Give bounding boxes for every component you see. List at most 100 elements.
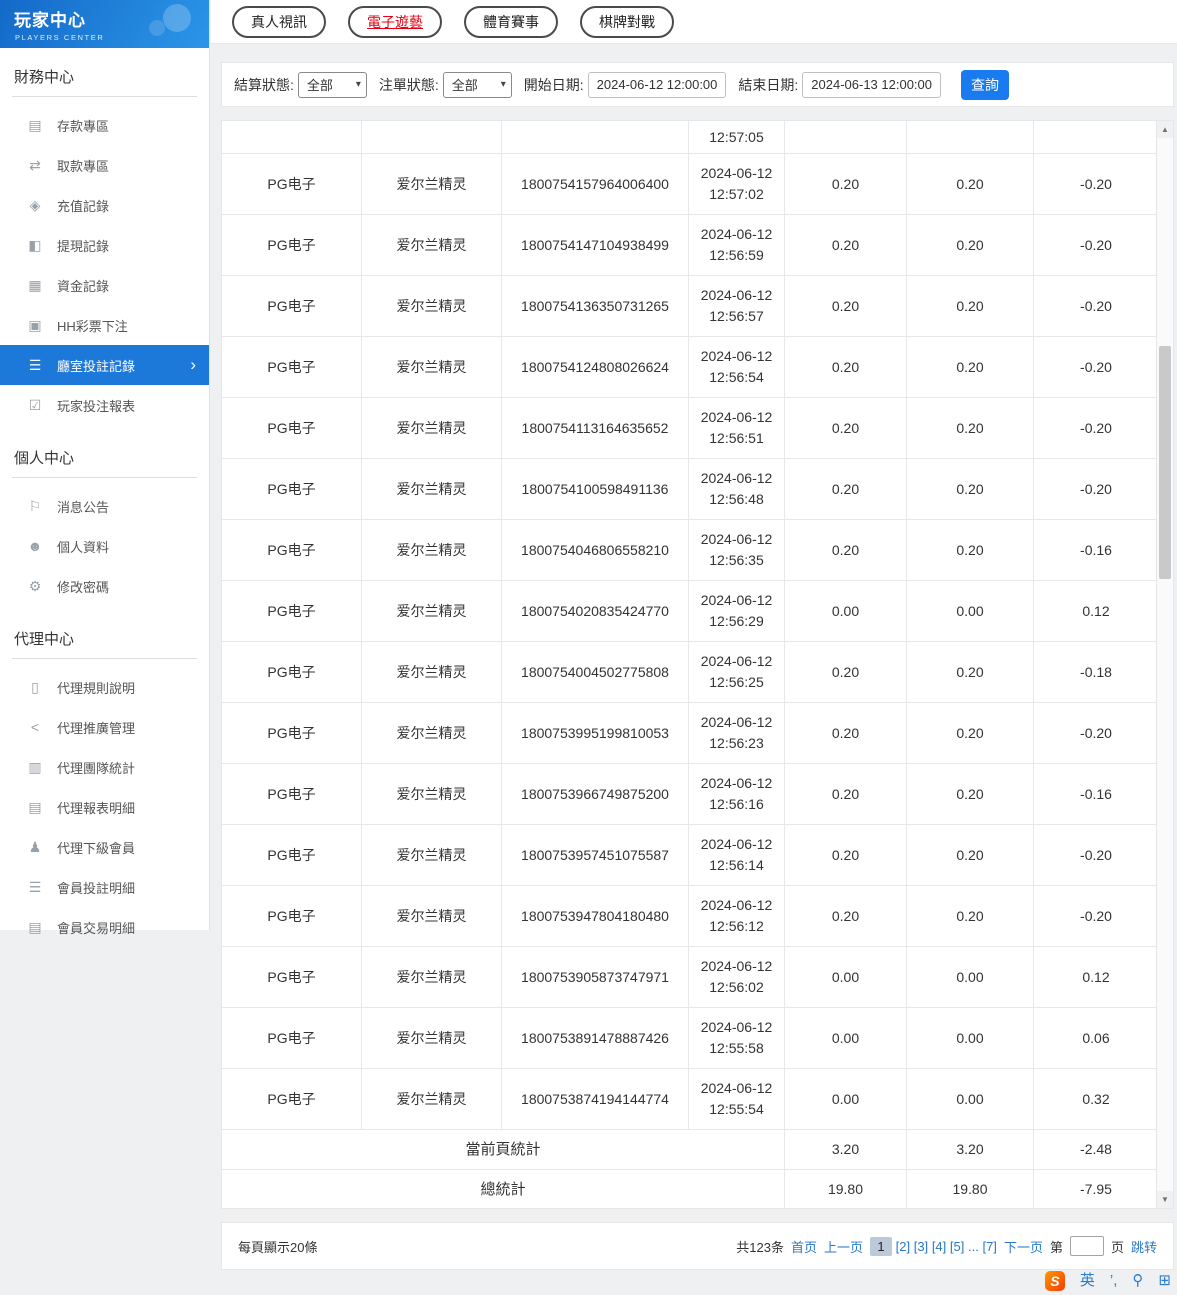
sidebar-item-agent-sub-members[interactable]: ♟ 代理下級會員: [0, 827, 209, 867]
sidebar-item-profile[interactable]: ☻ 個人資料: [0, 526, 209, 566]
decor-circle-icon: [149, 20, 165, 36]
sidebar-item-recharge-record[interactable]: ◈ 充值記錄: [0, 185, 209, 225]
announcement-bell-icon: ⚐: [28, 497, 42, 514]
user-profile-icon: ☻: [27, 538, 43, 554]
gear-icon: ⚙: [28, 577, 42, 594]
page-link[interactable]: [4]: [932, 1239, 946, 1254]
date-line: 2024-06-12: [700, 897, 773, 913]
sidebar-item-change-password[interactable]: ⚙ 修改密碼: [0, 566, 209, 606]
date-line: 2024-06-12: [700, 714, 773, 730]
cell-platform: PG电子: [222, 520, 362, 581]
cell-profit: -0.20: [1034, 703, 1158, 764]
soft-keyboard-icon[interactable]: ⊞: [1158, 1271, 1171, 1291]
punctuation-icon[interactable]: ’,: [1110, 1271, 1118, 1291]
cell-game: 爱尔兰精灵: [362, 1008, 502, 1069]
jump-page-input[interactable]: [1069, 1236, 1104, 1256]
cell-game: 爱尔兰精灵: [362, 1069, 502, 1130]
cell-profit: -0.18: [1034, 642, 1158, 703]
sidebar-header: 玩家中心 PLAYERS CENTER: [0, 0, 209, 48]
cell-bet-amount: 0.20: [785, 886, 907, 947]
end-date-input[interactable]: 2024-06-13 12:00:00: [802, 71, 941, 98]
page-link[interactable]: [5]: [950, 1239, 964, 1254]
table-row: PG电子 爱尔兰精灵 1800753995199810053 2024-06-12 12…: [222, 703, 1158, 764]
jump-button[interactable]: 跳转: [1131, 1237, 1157, 1256]
time-line: 12:56:14: [709, 857, 764, 873]
sidebar-item-label: 代理團隊統計: [57, 760, 136, 776]
records-table: 12:57:05 PG电子 爱尔兰精灵 1800754157964006400 202…: [222, 121, 1158, 1208]
sidebar-item-withdraw[interactable]: ⇄ 取款專區: [0, 145, 209, 185]
chevron-right-icon: ›: [190, 355, 196, 374]
tab-electronic-games[interactable]: 電子遊藝: [348, 5, 442, 38]
prev-page-link[interactable]: 上一页: [824, 1237, 863, 1256]
cell-bet-amount: 0.20: [785, 642, 907, 703]
next-page-link[interactable]: 下一页: [1004, 1237, 1043, 1256]
voice-input-icon[interactable]: ⚲: [1132, 1271, 1143, 1291]
sidebar-item-player-bet-report[interactable]: ☑ 玩家投注報表: [0, 385, 209, 425]
start-date-label: 開始日期:: [523, 76, 584, 93]
cell-bet-amount: 0.20: [785, 764, 907, 825]
cell-game: 爱尔兰精灵: [362, 276, 502, 337]
cell-platform: PG电子: [222, 215, 362, 276]
first-page-link[interactable]: 首页: [791, 1237, 817, 1256]
cell-valid-bet: 0.20: [907, 276, 1034, 337]
cell-datetime: 12:57:05: [689, 121, 785, 154]
cell-valid-bet: 0.20: [907, 154, 1034, 215]
page-link[interactable]: [7]: [982, 1239, 996, 1254]
sidebar-item-cashout-record[interactable]: ◧ 提現記錄: [0, 225, 209, 265]
sidebar-item-member-trade-detail[interactable]: ▤ 會員交易明細: [0, 907, 209, 947]
sidebar-section-list: ⚐ 消息公告 ☻ 個人資料 ⚙ 修改密碼: [0, 478, 209, 610]
sidebar-item-agent-promotion[interactable]: < 代理推廣管理: [0, 707, 209, 747]
scrollbar-thumb[interactable]: [1159, 346, 1171, 579]
sidebar-item-announcements[interactable]: ⚐ 消息公告: [0, 486, 209, 526]
filter-bar: 結算狀態: 全部 ▾ 注單狀態: 全部 ▾ 開始日期: 2024-06-12 1…: [221, 62, 1174, 107]
settle-status-select[interactable]: 全部 ▾: [297, 71, 367, 98]
sidebar-item-deposit[interactable]: ▤ 存款專區: [0, 105, 209, 145]
ledger-icon: ▤: [28, 918, 42, 935]
order-status-select[interactable]: 全部 ▾: [442, 71, 512, 98]
sidebar-item-hh-lottery-bet[interactable]: ▣ HH彩票下注: [0, 305, 209, 345]
time-line: 12:55:54: [709, 1101, 764, 1117]
tab-board-games[interactable]: 棋牌對戰: [580, 5, 674, 38]
sidebar-item-label: 取款專區: [57, 158, 110, 174]
date-line: 2024-06-12: [700, 958, 773, 974]
date-line: 2024-06-12: [700, 409, 773, 425]
summary-row: 總統計 19.80 19.80 -7.95: [222, 1170, 1158, 1208]
tab-live-casino[interactable]: 真人視訊: [232, 5, 326, 38]
sidebar-item-agent-report-detail[interactable]: ▤ 代理報表明細: [0, 787, 209, 827]
scrollbar-up-arrow-icon[interactable]: ▲: [1157, 121, 1173, 138]
sidebar-item-agent-team-stats[interactable]: ▥ 代理團隊統計: [0, 747, 209, 787]
chevron-down-icon: ▾: [355, 79, 361, 90]
page-link[interactable]: [2]: [896, 1239, 910, 1254]
page-link[interactable]: [3]: [914, 1239, 928, 1254]
cell-profit: -0.20: [1034, 215, 1158, 276]
sogou-logo-icon[interactable]: S: [1044, 1271, 1065, 1291]
cell-order: 1800753957451075587: [502, 825, 689, 886]
sidebar-item-funds-record[interactable]: ▦ 資金記錄: [0, 265, 209, 305]
sidebar-item-label: HH彩票下注: [57, 318, 128, 334]
sidebar-item-member-bet-detail[interactable]: ☰ 會員投註明細: [0, 867, 209, 907]
input-language-icon[interactable]: 英: [1080, 1271, 1095, 1291]
cell-order: 1800754147104938499: [502, 215, 689, 276]
cell-datetime: 2024-06-12 12:57:02: [689, 154, 785, 215]
table-scrollbar[interactable]: ▲ ▼: [1156, 121, 1173, 1208]
sidebar-item-label: 存款專區: [57, 118, 110, 134]
search-button[interactable]: 查詢: [961, 69, 1009, 100]
cell-datetime: 2024-06-12 12:56:48: [689, 459, 785, 520]
sidebar-item-label: 廳室投註記錄: [57, 358, 136, 374]
cell-order: 1800754136350731265: [502, 276, 689, 337]
cell-profit: -0.20: [1034, 886, 1158, 947]
sidebar-section-heading: 代理中心: [12, 610, 197, 659]
page-link[interactable]: ...: [968, 1239, 979, 1254]
scrollbar-down-arrow-icon[interactable]: ▼: [1157, 1191, 1173, 1208]
cell-bet-amount: 0.00: [785, 947, 907, 1008]
sidebar-item-room-bet-record[interactable]: ☰ 廳室投註記錄 ›: [0, 345, 209, 385]
sidebar-item-agent-rules[interactable]: ▯ 代理規則說明: [0, 667, 209, 707]
tab-sports[interactable]: 體育賽事: [464, 5, 558, 38]
start-date-input[interactable]: 2024-06-12 12:00:00: [587, 71, 727, 98]
cell-profit: -0.20: [1034, 276, 1158, 337]
cell-platform: PG电子: [222, 886, 362, 947]
summary-profit: -7.95: [1034, 1170, 1158, 1208]
current-page[interactable]: 1: [870, 1236, 892, 1256]
records-table-panel: 12:57:05 PG电子 爱尔兰精灵 1800754157964006400 202…: [221, 120, 1174, 1209]
sidebar-section-heading: 財務中心: [12, 48, 197, 97]
